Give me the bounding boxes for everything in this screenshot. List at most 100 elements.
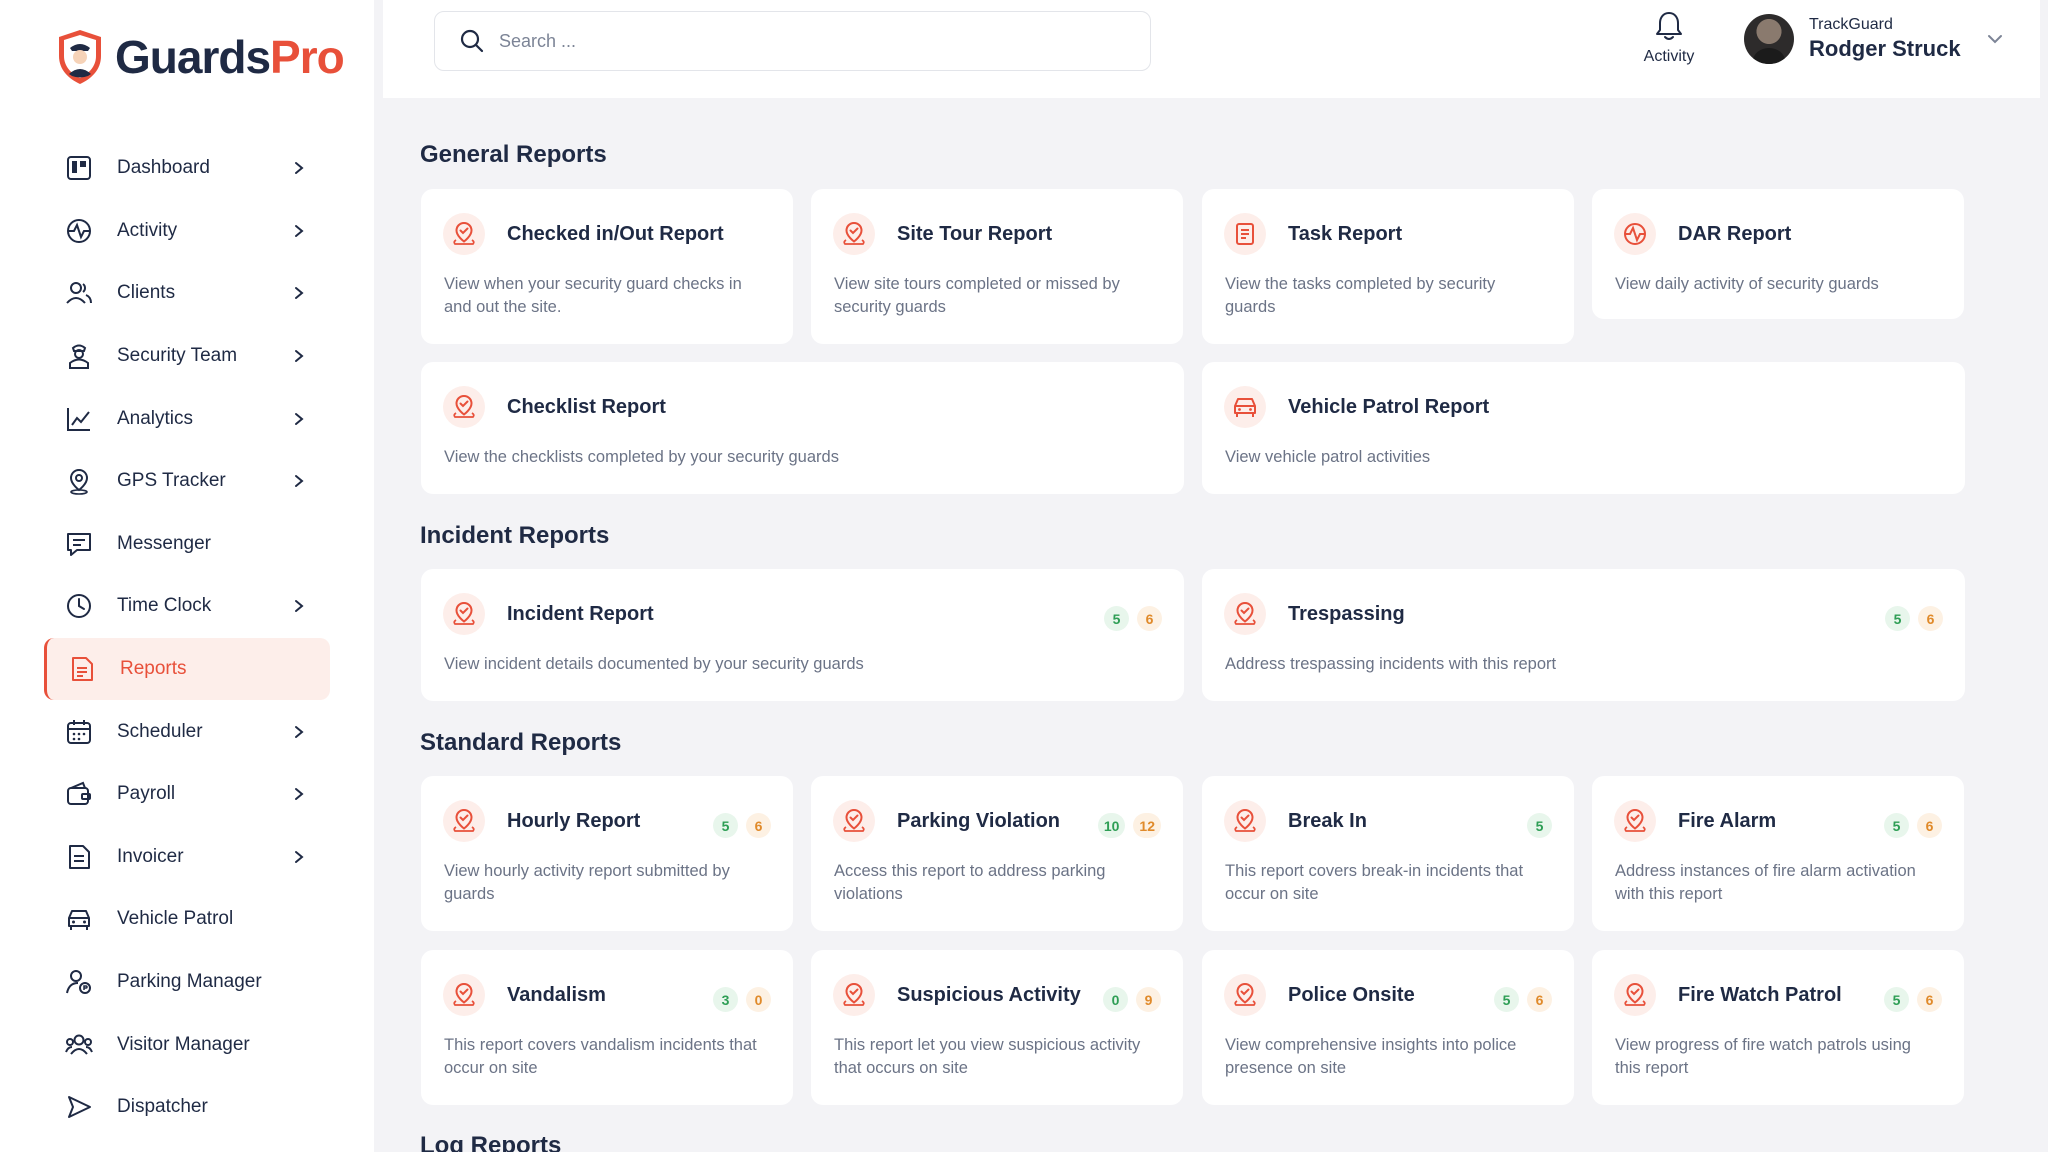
- chevron-down-icon[interactable]: [1987, 34, 2003, 44]
- sidebar-item-activity[interactable]: Activity: [44, 200, 330, 263]
- sidebar-item-gps-tracker[interactable]: GPS Tracker: [44, 450, 330, 513]
- chevron-right-icon: [292, 349, 306, 363]
- sidebar-item-messenger[interactable]: Messenger: [44, 513, 330, 576]
- report-title: Vandalism: [507, 984, 606, 1006]
- activity-notifications-button[interactable]: Activity: [1634, 10, 1704, 66]
- report-card-fire-watch-patrol[interactable]: Fire Watch Patrol 5 6 View progress of fire…: [1592, 950, 1964, 1105]
- report-title: Incident Report: [507, 603, 654, 625]
- sidebar-item-clients[interactable]: Clients: [44, 262, 330, 325]
- completed-count-badge: 5: [1884, 813, 1909, 838]
- report-card-task-report[interactable]: Task Report View the tasks completed by s…: [1202, 189, 1574, 344]
- report-title: Checklist Report: [507, 396, 666, 418]
- sidebar-item-vehicle-patrol[interactable]: Vehicle Patrol: [44, 888, 330, 951]
- pin-icon: [443, 800, 485, 842]
- completed-count-badge: 5: [1104, 606, 1129, 631]
- car-icon: [1224, 386, 1266, 428]
- chevron-right-icon: [292, 725, 306, 739]
- sidebar-item-invoicer[interactable]: Invoicer: [44, 826, 330, 889]
- report-card-parking-violation[interactable]: Parking Violation 10 12 Access this report …: [811, 776, 1183, 931]
- sidebar-item-analytics[interactable]: Analytics: [44, 387, 330, 450]
- report-card-police-onsite[interactable]: Police Onsite 5 6 View comprehensive insigh…: [1202, 950, 1574, 1105]
- report-card-site-tour-report[interactable]: Site Tour Report View site tours complete…: [811, 189, 1183, 344]
- report-title: Parking Violation: [897, 810, 1060, 832]
- report-title: Fire Alarm: [1678, 810, 1777, 832]
- sidebar-item-parking-manager[interactable]: Parking Manager: [44, 951, 330, 1014]
- topbar: Activity TrackGuard Rodger Struck: [383, 0, 2040, 98]
- user-menu[interactable]: TrackGuard Rodger Struck: [1744, 14, 2003, 64]
- report-description: View the tasks completed by security gua…: [1225, 275, 1496, 316]
- sidebar-item-time-clock[interactable]: Time Clock: [44, 575, 330, 638]
- pin-icon: [1224, 974, 1266, 1016]
- chevron-right-icon: [292, 412, 306, 426]
- pending-count-badge: 6: [1917, 987, 1942, 1012]
- search-input[interactable]: [499, 30, 1099, 52]
- report-card-trespassing[interactable]: Trespassing 5 6 Address trespassing inciden…: [1202, 569, 1965, 701]
- security-team-icon: [64, 341, 94, 371]
- report-card-incident-report[interactable]: Incident Report 5 6 View incident details d…: [421, 569, 1184, 701]
- brand-name-part1: Guards: [115, 31, 271, 83]
- report-description: View daily activity of security guards: [1615, 275, 1879, 293]
- report-card-checked-in-out-report[interactable]: Checked in/Out Report View when your secu…: [421, 189, 793, 344]
- pin-icon: [443, 213, 485, 255]
- chevron-right-icon: [292, 787, 306, 801]
- parking-manager-icon: [64, 967, 94, 997]
- sidebar-item-dispatcher[interactable]: Dispatcher: [44, 1076, 330, 1139]
- completed-count-badge: 5: [1527, 813, 1552, 838]
- report-description: View vehicle patrol activities: [1225, 448, 1431, 466]
- sidebar-item-label: Payroll: [117, 783, 176, 805]
- pin-icon: [443, 974, 485, 1016]
- report-title: DAR Report: [1678, 223, 1792, 245]
- guard-shield-logo-icon: [59, 30, 101, 84]
- chevron-right-icon: [292, 161, 306, 175]
- sidebar-item-visitor-manager[interactable]: Visitor Manager: [44, 1013, 330, 1076]
- report-description: Address instances of fire alarm activati…: [1615, 862, 1916, 903]
- report-card-suspicious-activity[interactable]: Suspicious Activity 0 9 This report let you…: [811, 950, 1183, 1105]
- sidebar-item-payroll[interactable]: Payroll: [44, 763, 330, 826]
- sidebar-nav: Dashboard Activity Clients Security Team Ana…: [44, 137, 330, 1139]
- activity-icon: [64, 216, 94, 246]
- report-card-break-in[interactable]: Break In 5 This report covers break-in inc…: [1202, 776, 1574, 931]
- sidebar-item-reports[interactable]: Reports: [44, 637, 330, 701]
- brand-logo[interactable]: GuardsPro: [55, 28, 345, 86]
- pending-count-badge: 6: [1527, 987, 1552, 1012]
- sidebar-item-label: Invoicer: [117, 845, 184, 867]
- sidebar-item-security-team[interactable]: Security Team: [44, 325, 330, 388]
- report-card-vehicle-patrol-report[interactable]: Vehicle Patrol Report View vehicle patrol…: [1202, 362, 1965, 494]
- car-icon: [64, 904, 94, 934]
- pin-icon: [1224, 593, 1266, 635]
- sidebar-item-label: Messenger: [117, 532, 211, 554]
- chevron-right-icon: [292, 599, 306, 613]
- sidebar-item-label: Dashboard: [117, 157, 210, 179]
- report-card-fire-alarm[interactable]: Fire Alarm 5 6 Address instances of fire al…: [1592, 776, 1964, 931]
- report-title: Checked in/Out Report: [507, 223, 724, 245]
- completed-count-badge: 0: [1103, 987, 1128, 1012]
- report-title: Fire Watch Patrol: [1678, 984, 1842, 1006]
- report-title: Break In: [1288, 810, 1367, 832]
- reports-icon: [67, 654, 97, 684]
- user-name: Rodger Struck: [1809, 36, 1961, 61]
- completed-count-badge: 5: [1494, 987, 1519, 1012]
- sidebar-item-dashboard[interactable]: Dashboard: [44, 137, 330, 200]
- report-card-vandalism[interactable]: Vandalism 3 0 This report covers vandalism …: [421, 950, 793, 1105]
- sidebar-item-label: Dispatcher: [117, 1096, 208, 1118]
- pin-icon: [833, 213, 875, 255]
- pending-count-badge: 12: [1133, 813, 1161, 838]
- report-description: This report let you view suspicious acti…: [834, 1036, 1141, 1077]
- chevron-right-icon: [292, 286, 306, 300]
- pin-icon: [1224, 800, 1266, 842]
- sidebar-item-label: Parking Manager: [117, 971, 262, 993]
- sidebar-item-scheduler[interactable]: Scheduler: [44, 700, 330, 763]
- report-card-hourly-report[interactable]: Hourly Report 5 6 View hourly activity repo…: [421, 776, 793, 931]
- report-title: Task Report: [1288, 223, 1403, 245]
- report-card-dar-report[interactable]: DAR Report View daily activity of securit…: [1592, 189, 1964, 319]
- report-card-checklist-report[interactable]: Checklist Report View the checklists comp…: [421, 362, 1184, 494]
- section-title-general: General Reports: [420, 141, 607, 168]
- pulse-icon: [1614, 213, 1656, 255]
- report-title: Police Onsite: [1288, 984, 1415, 1006]
- pending-count-badge: 6: [746, 813, 771, 838]
- task-list-icon: [1224, 213, 1266, 255]
- status-badges: 56: [1494, 987, 1552, 1012]
- search-box[interactable]: [434, 11, 1151, 71]
- report-description: View comprehensive insights into police …: [1225, 1036, 1517, 1077]
- sidebar-item-label: Vehicle Patrol: [117, 908, 234, 930]
